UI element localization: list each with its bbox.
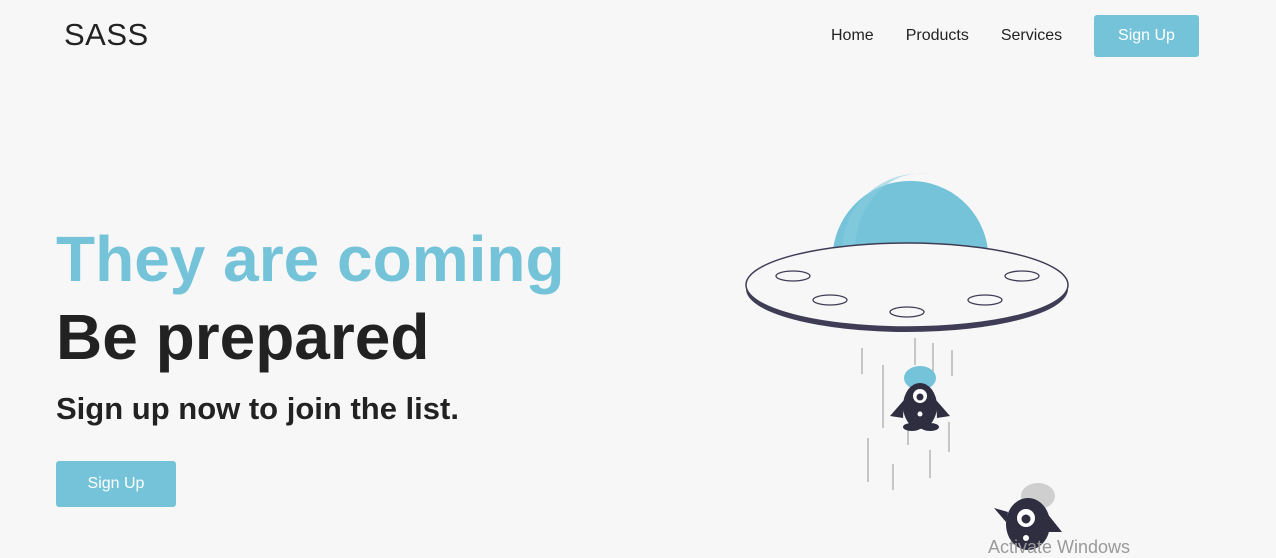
hero-tagline: Sign up now to join the list. — [56, 391, 459, 426]
ufo-saucer — [745, 242, 1069, 328]
header-signup-button[interactable]: Sign Up — [1094, 15, 1199, 57]
nav-products-link[interactable]: Products — [906, 27, 969, 45]
hero-signup-button[interactable]: Sign Up — [56, 461, 176, 507]
windows-activation-watermark: Activate Windows — [988, 537, 1131, 557]
nav-services-link[interactable]: Services — [1001, 27, 1062, 45]
hero-headline: They are coming — [56, 223, 565, 295]
hero-subheadline: Be prepared — [56, 301, 430, 373]
ufo-illustration — [745, 173, 1069, 550]
logo[interactable]: SASS — [64, 17, 149, 53]
alien-abducted — [890, 366, 950, 431]
nav-home-link[interactable]: Home — [831, 27, 874, 45]
main-nav: Home Products Services — [831, 15, 1094, 57]
